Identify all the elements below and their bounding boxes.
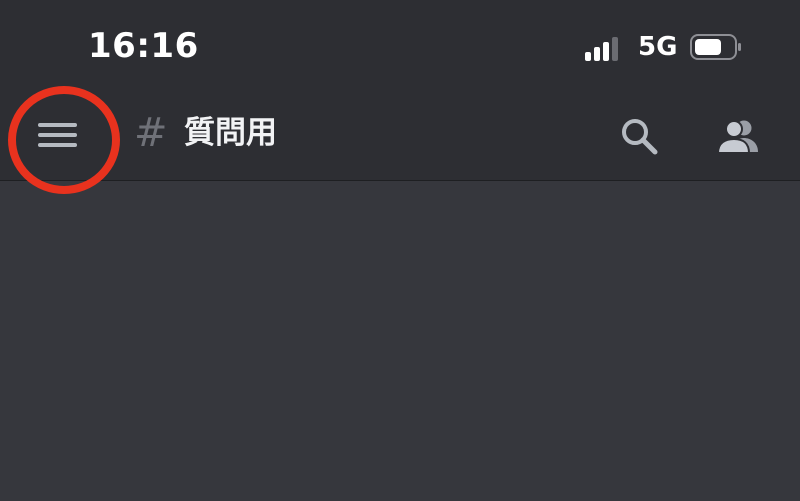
channel-hash-icon: # [134, 110, 168, 156]
status-time: 16:16 [88, 26, 199, 66]
channel-title[interactable]: 質問用 [184, 118, 277, 149]
battery-icon [690, 34, 741, 60]
search-button[interactable] [618, 116, 660, 158]
search-icon [622, 119, 658, 155]
signal-strength-icon [585, 33, 627, 61]
network-type: 5G [638, 32, 678, 62]
members-button[interactable] [714, 116, 762, 158]
members-icon [716, 120, 758, 154]
message-area [0, 181, 800, 501]
app-screen: 16:16 5G # 質問用 [0, 0, 800, 501]
